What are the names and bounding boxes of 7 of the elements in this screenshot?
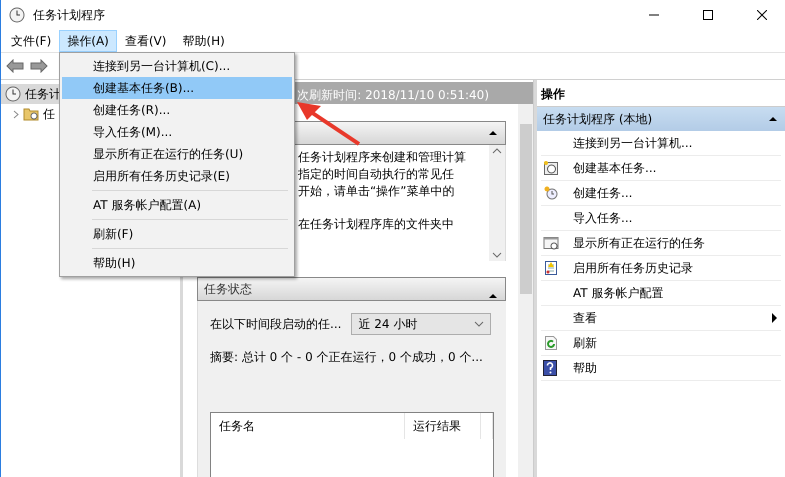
summary-text: 摘要: 总计 0 个 - 0 个正在运行，0 个成功，0 个... xyxy=(210,349,484,366)
range-label: 在以下时间段启动的任... xyxy=(210,316,342,332)
overview-text: 指定的时间自动执行的常见任 xyxy=(298,166,455,183)
overview-text: 在任务计划程序库的文件夹中 xyxy=(298,216,455,233)
overview-text: 任务计划程序来创建和管理计算 xyxy=(298,149,467,166)
overview-text: 开始，请单击“操作”菜单中的 xyxy=(298,183,456,200)
window-title: 任务计划程序 xyxy=(33,6,106,24)
